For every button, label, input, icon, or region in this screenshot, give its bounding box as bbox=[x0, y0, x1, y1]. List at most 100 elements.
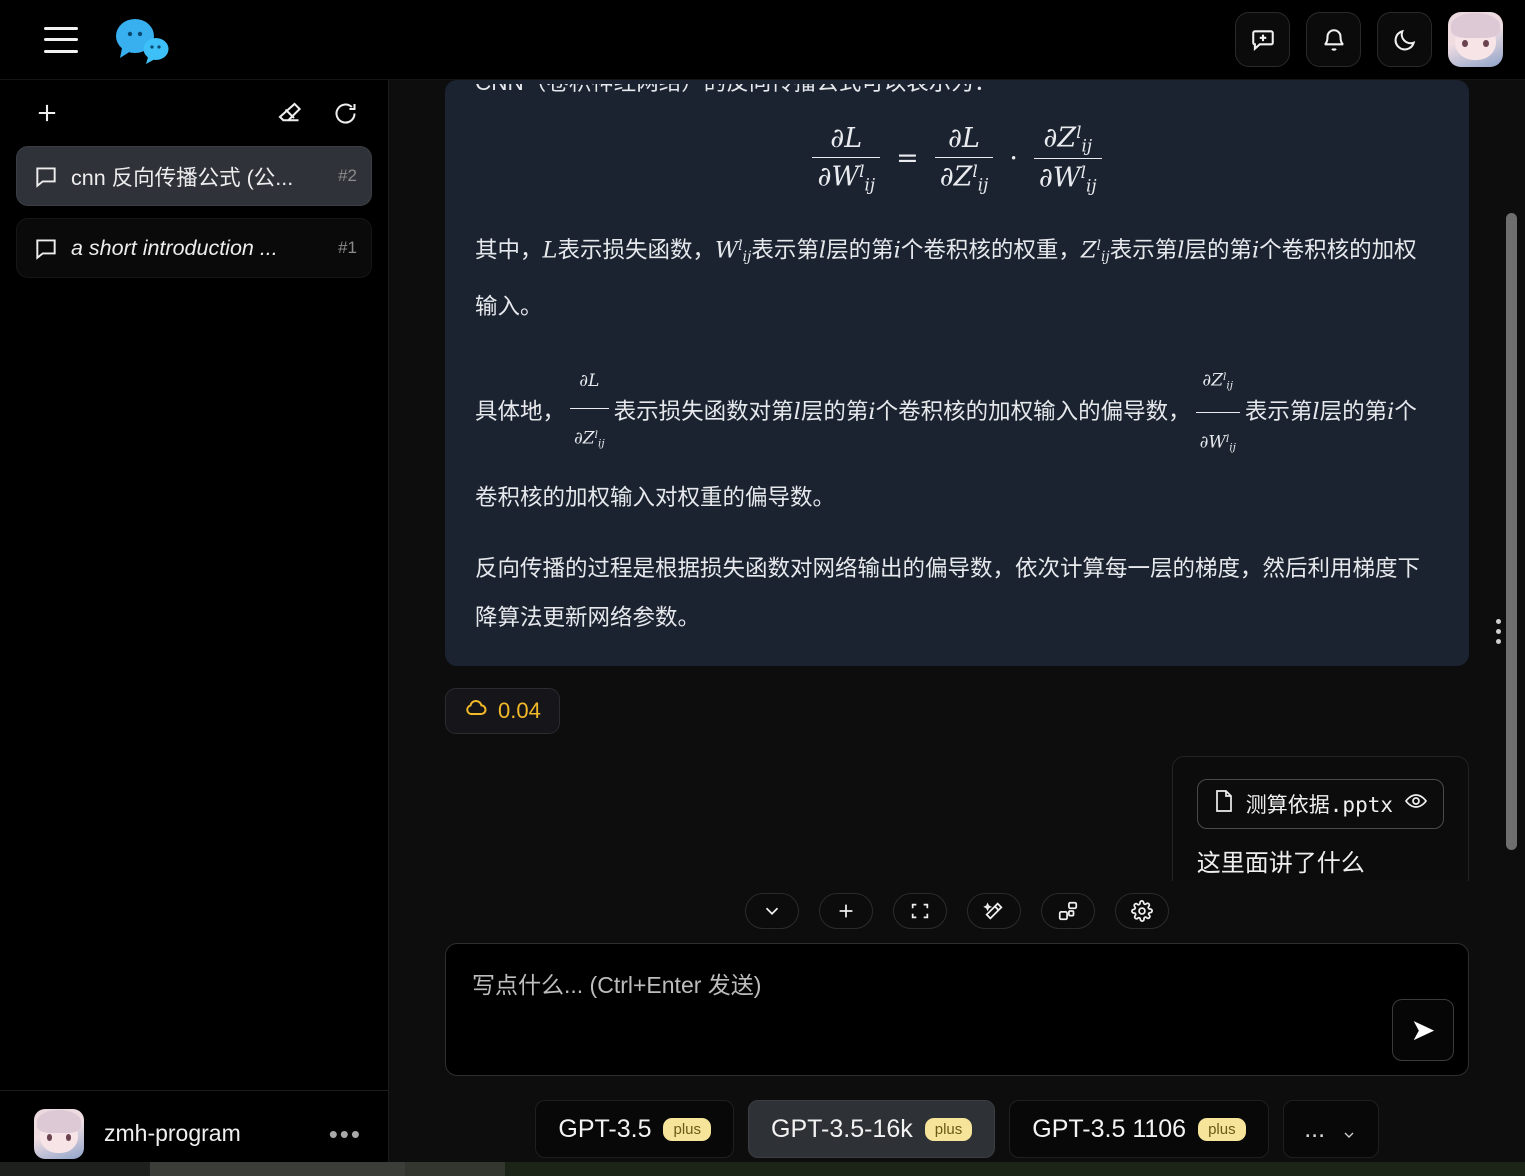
formula-sub: ij bbox=[1081, 135, 1093, 156]
user-message-bubble: 测算依据.pptx 这里面讲了什么 bbox=[1171, 755, 1469, 881]
formula-dot: · bbox=[1009, 143, 1018, 175]
magic-wand-icon[interactable] bbox=[967, 893, 1021, 929]
cloud-icon bbox=[464, 698, 488, 724]
p1-seg-d: 层的第 bbox=[826, 237, 894, 262]
user-message-text: 这里面讲了什么 bbox=[1196, 849, 1365, 877]
conversation-item-1[interactable]: cnn 反向传播公式 (公... #2 bbox=[16, 146, 372, 206]
cost-badge[interactable]: 0.04 bbox=[445, 687, 560, 734]
model-label: GPT-3.5 1106 bbox=[1032, 1114, 1187, 1143]
p2f1-num: ∂L bbox=[579, 371, 600, 392]
moon-icon[interactable] bbox=[1377, 12, 1432, 67]
username-label: zmh-program bbox=[104, 1120, 241, 1146]
p2f1-sub: ij bbox=[598, 437, 605, 450]
formula-sub: ij bbox=[977, 174, 989, 195]
p1-seg-e: 个卷积核的权重， bbox=[900, 237, 1081, 262]
p2f2-num: ∂Z bbox=[1202, 370, 1224, 391]
formula-lhs-den: ∂W bbox=[817, 161, 860, 193]
assistant-intro-clipped: CNN（卷积神经网络）的反向传播公式可以表示为： bbox=[475, 84, 1439, 100]
new-chat-icon[interactable] bbox=[1235, 12, 1290, 67]
wechat-bubbles-logo bbox=[112, 16, 172, 64]
p1-seg-b: 表示损失函数， bbox=[557, 237, 715, 262]
p2-seg-a: 具体地， bbox=[475, 398, 566, 424]
main-panel: CNN（卷积神经网络）的反向传播公式可以表示为： ∂L ∂Wlij = ∂L ∂… bbox=[389, 80, 1525, 1176]
cost-value: 0.04 bbox=[498, 697, 541, 723]
app-window: cnn 反向传播公式 (公... #2 a short introduction… bbox=[0, 0, 1525, 1176]
send-button[interactable]: ➤ bbox=[1392, 999, 1454, 1061]
p2-seg-c: 层的第 bbox=[800, 398, 869, 424]
conversation-title: a short introduction ... bbox=[71, 235, 278, 260]
model-label: GPT-3.5 bbox=[558, 1114, 652, 1143]
plus-icon[interactable] bbox=[819, 893, 873, 929]
p2-seg-g: 第 bbox=[1364, 398, 1388, 424]
model-selector: GPT-3.5 plus GPT-3.5-16k plus GPT-3.5 11… bbox=[445, 1076, 1469, 1176]
p1-seg-a: 其中， bbox=[475, 237, 543, 262]
user-avatar[interactable] bbox=[1448, 12, 1503, 67]
chat-bubble-icon bbox=[33, 235, 59, 261]
eye-icon[interactable] bbox=[1404, 792, 1428, 815]
p2-inline-frac-1: ∂L ∂Zlij bbox=[570, 357, 609, 468]
message-input-wrapper[interactable]: 写点什么... (Ctrl+Enter 发送) ➤ bbox=[445, 943, 1469, 1076]
attachment-chip[interactable]: 测算依据.pptx bbox=[1196, 778, 1444, 829]
assistant-message-bubble: CNN（卷积神经网络）的反向传播公式可以表示为： ∂L ∂Wlij = ∂L ∂… bbox=[445, 80, 1501, 666]
user-menu-icon[interactable]: ••• bbox=[329, 1121, 362, 1147]
p1-sub2: ij bbox=[1100, 248, 1110, 265]
user-message-row: 测算依据.pptx 这里面讲了什么 bbox=[445, 755, 1469, 881]
assistant-message-menu-icon[interactable] bbox=[1496, 618, 1501, 644]
formula-lhs: ∂L ∂Wlij bbox=[812, 123, 881, 195]
chevron-down-icon bbox=[1341, 1121, 1357, 1138]
formula-equals: = bbox=[896, 143, 919, 175]
file-icon bbox=[1214, 789, 1234, 818]
p2f2-den: ∂W bbox=[1199, 432, 1226, 453]
formula-lhs-num: ∂L bbox=[830, 123, 863, 155]
taskbar-seg bbox=[150, 1162, 405, 1176]
p1-var-Z: Z bbox=[1080, 237, 1097, 263]
message-input-placeholder: 写点什么... (Ctrl+Enter 发送) bbox=[472, 972, 762, 998]
p2-var-l1: l bbox=[793, 398, 801, 425]
chat-bubble-icon bbox=[33, 163, 59, 189]
formula-rhs2: ∂Zlij ∂Wlij bbox=[1033, 122, 1102, 196]
model-button-gpt35-1106[interactable]: GPT-3.5 1106 plus bbox=[1009, 1100, 1269, 1158]
taskbar-seg bbox=[405, 1162, 505, 1176]
p2-var-i1: i bbox=[868, 398, 876, 425]
formula-rhs1-den: ∂Z bbox=[939, 161, 973, 193]
p2-seg-f: 层的 bbox=[1319, 398, 1365, 424]
assistant-paragraph-3: 反向传播的过程是根据损失函数对网络输出的偏导数，依次计算每一层的梯度，然后利用梯… bbox=[475, 555, 1421, 630]
p1-seg-g: 层的第 bbox=[1184, 237, 1252, 262]
p1-seg-f: 表示第 bbox=[1109, 237, 1178, 262]
add-conversation-icon[interactable] bbox=[30, 96, 64, 130]
gear-icon[interactable] bbox=[1115, 893, 1169, 929]
model-more-button[interactable]: ... bbox=[1282, 1100, 1379, 1158]
hamburger-icon[interactable] bbox=[44, 26, 78, 53]
fullscreen-icon[interactable] bbox=[893, 893, 947, 929]
p2-inline-frac-2: ∂Zlij ∂Wlij bbox=[1195, 353, 1240, 473]
top-bar bbox=[0, 0, 1525, 80]
p2f2-sub: ij bbox=[1226, 379, 1234, 392]
bell-icon[interactable] bbox=[1306, 12, 1361, 67]
p1-var-l1: l bbox=[818, 237, 827, 263]
top-bar-actions bbox=[1235, 12, 1503, 67]
taskbar-strip bbox=[0, 1162, 1525, 1176]
attachment-filename: 测算依据.pptx bbox=[1245, 792, 1393, 817]
sidebar-toolbar bbox=[0, 80, 388, 146]
chat-scrollbar[interactable] bbox=[1506, 213, 1517, 850]
assistant-paragraph-1: 其中，L表示损失函数，Wlij表示第l层的第i个卷积核的权重，Zlij表示第l层… bbox=[475, 222, 1439, 331]
p1-var-L: L bbox=[542, 237, 558, 263]
refresh-icon[interactable] bbox=[328, 96, 362, 130]
formula-sub: ij bbox=[1086, 175, 1097, 196]
conversation-item-2[interactable]: a short introduction ... #1 bbox=[16, 218, 372, 278]
apps-grid-icon[interactable] bbox=[1041, 893, 1095, 929]
p1-var-i1: i bbox=[893, 237, 901, 263]
conversation-list: cnn 反向传播公式 (公... #2 a short introduction… bbox=[0, 146, 388, 278]
model-plus-tag: plus bbox=[924, 1117, 973, 1141]
chevron-double-down-icon[interactable] bbox=[745, 893, 799, 929]
model-button-gpt35-16k[interactable]: GPT-3.5-16k plus bbox=[748, 1100, 996, 1158]
p2-var-l2: l bbox=[1312, 398, 1320, 425]
formula-rhs2-den: ∂W bbox=[1038, 163, 1081, 195]
model-button-gpt35[interactable]: GPT-3.5 plus bbox=[535, 1100, 735, 1158]
eraser-icon[interactable] bbox=[272, 96, 306, 130]
formula-rhs2-num: ∂Z bbox=[1043, 122, 1077, 154]
sidebar: cnn 反向传播公式 (公... #2 a short introduction… bbox=[0, 80, 389, 1176]
backprop-formula: ∂L ∂Wlij = ∂L ∂Zlij · ∂Zlij ∂Wlij bbox=[475, 122, 1439, 196]
p2-seg-e: 表示第 bbox=[1244, 398, 1313, 424]
avatar bbox=[34, 1108, 84, 1159]
